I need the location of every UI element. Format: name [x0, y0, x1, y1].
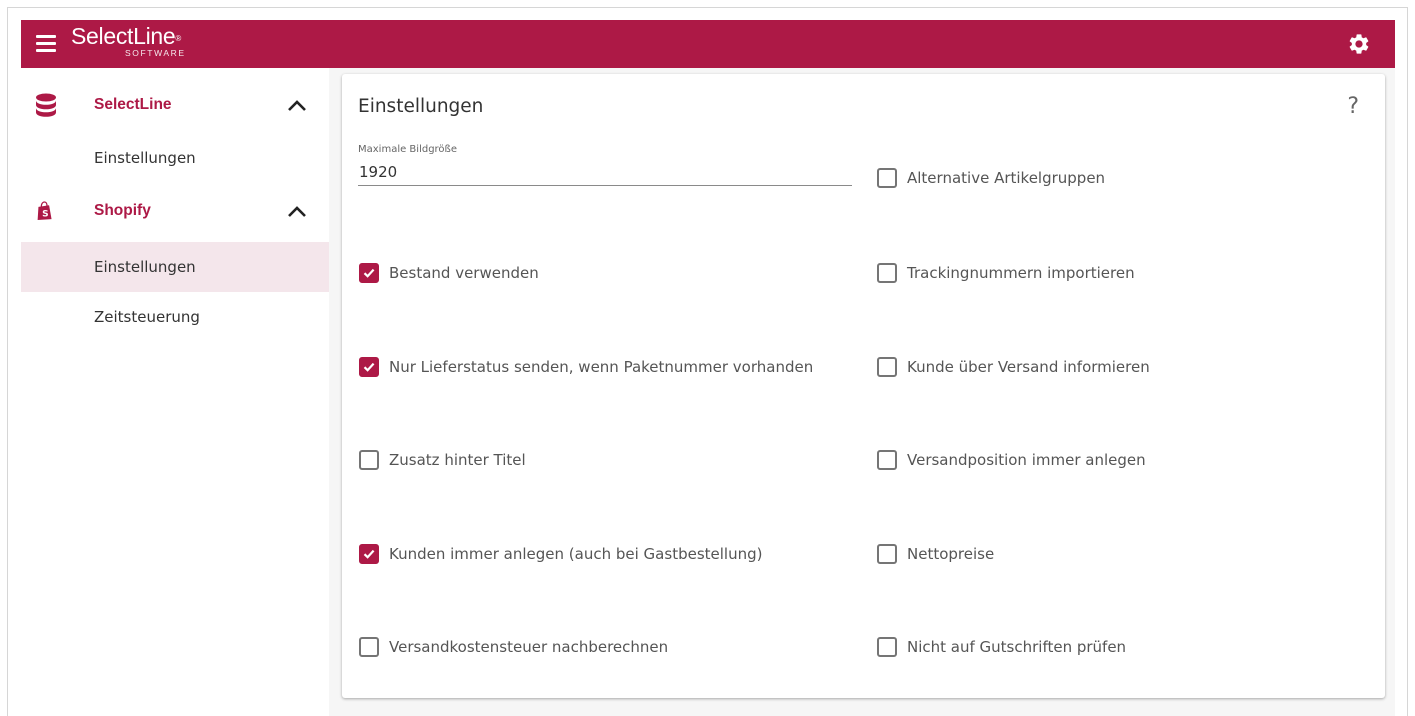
checkbox-label: Trackingnummern importieren — [907, 264, 1135, 282]
checkbox-label: Versandkostensteuer nachberechnen — [389, 638, 669, 656]
checkbox-label: Versandposition immer anlegen — [907, 451, 1146, 469]
sidebar-item-selectline-einstellungen[interactable]: Einstellungen — [21, 133, 329, 183]
checkbox-label: Kunde über Versand informieren — [907, 358, 1150, 376]
sidebar-group-label: SelectLine — [94, 96, 172, 113]
top-bar: SelectLine® SOFTWARE — [21, 20, 1395, 68]
checkbox-checked-icon[interactable] — [359, 263, 379, 283]
database-icon — [36, 93, 56, 117]
checkbox-unchecked-icon[interactable] — [877, 544, 897, 564]
checkbox-label: Bestand verwenden — [389, 264, 539, 282]
checkbox-checked-icon[interactable] — [359, 544, 379, 564]
sidebar-group-label: Shopify — [94, 202, 151, 219]
checkbox-unchecked-icon[interactable] — [877, 637, 897, 657]
gear-icon[interactable] — [1347, 32, 1371, 56]
checkbox-unchecked-icon[interactable] — [877, 168, 897, 188]
max-image-size-input[interactable] — [358, 159, 852, 186]
checkbox-label: Nur Lieferstatus senden, wenn Paketnumme… — [389, 358, 814, 376]
checkbox-label: Alternative Artikelgruppen — [907, 169, 1106, 187]
question-mark-icon[interactable]: ? — [1347, 94, 1359, 119]
sidebar: SelectLine Einstellungen S Shopify Einst… — [21, 68, 329, 716]
checkbox-unchecked-icon[interactable] — [877, 263, 897, 283]
checkbox-unchecked-icon[interactable] — [877, 450, 897, 470]
checkbox-unchecked-icon[interactable] — [359, 637, 379, 657]
logo-registered-mark: ® — [175, 34, 182, 43]
sidebar-item-shopify-einstellungen[interactable]: Einstellungen — [21, 242, 329, 292]
chevron-up-icon[interactable] — [286, 203, 308, 219]
shopping-bag-icon: S — [37, 201, 52, 220]
page-title: Einstellungen — [358, 96, 484, 117]
chevron-up-icon[interactable] — [286, 97, 308, 113]
sidebar-group-shopify[interactable]: S Shopify — [21, 185, 329, 237]
sidebar-group-selectline[interactable]: SelectLine — [21, 79, 329, 131]
checkbox-unchecked-icon[interactable] — [359, 450, 379, 470]
max-image-size-field: Maximale Bildgröße — [358, 144, 852, 196]
checkbox-label: Kunden immer anlegen (auch bei Gastbeste… — [389, 545, 763, 563]
settings-card: Einstellungen ? Maximale Bildgröße Besta… — [342, 74, 1385, 698]
hamburger-icon[interactable] — [36, 34, 56, 52]
logo-subtitle: SOFTWARE — [125, 48, 186, 58]
checkbox-label: Nicht auf Gutschriften prüfen — [907, 638, 1127, 656]
checkbox-checked-icon[interactable] — [359, 357, 379, 377]
max-image-size-label: Maximale Bildgröße — [358, 144, 458, 155]
checkbox-unchecked-icon[interactable] — [877, 357, 897, 377]
logo-text: SelectLine — [71, 23, 176, 49]
svg-text:S: S — [42, 210, 48, 220]
logo: SelectLine® SOFTWARE — [71, 23, 184, 58]
checkbox-label: Zusatz hinter Titel — [389, 451, 526, 469]
checkbox-label: Nettopreise — [907, 545, 995, 563]
sidebar-item-shopify-zeitsteuerung[interactable]: Zeitsteuerung — [21, 292, 329, 342]
